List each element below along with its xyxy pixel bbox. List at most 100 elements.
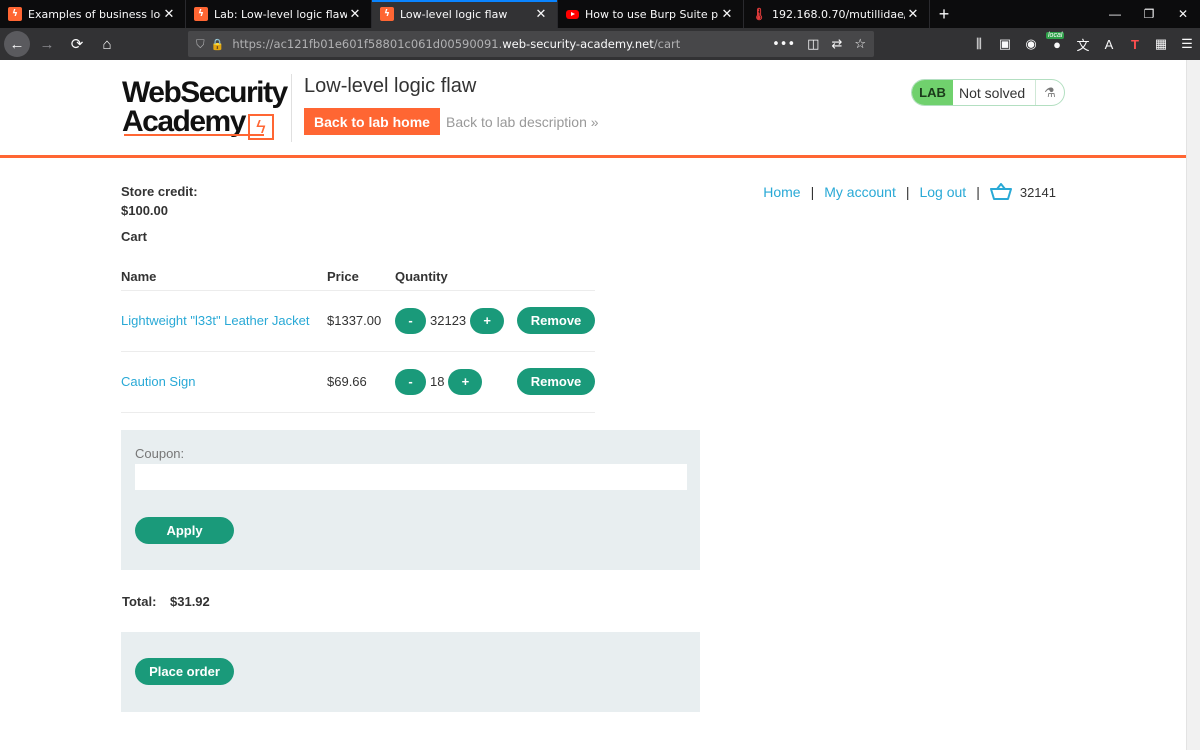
web-page: WebSecurity Academy ϟ Low-level logic fla… [0, 60, 1186, 750]
remove-button[interactable]: Remove [517, 307, 595, 334]
t-extension-icon[interactable]: T [1122, 31, 1148, 57]
cart-icon[interactable] [989, 183, 1012, 201]
extensions-grid-icon[interactable]: ▦ [1148, 31, 1174, 57]
apply-coupon-button[interactable]: Apply [135, 517, 234, 544]
column-header-name: Name [121, 268, 157, 284]
menu-icon[interactable]: ☰ [1174, 31, 1200, 57]
browser-tab-active[interactable]: ϟ Low-level logic flaw ✕ [372, 0, 558, 28]
my-account-link[interactable]: My account [824, 184, 896, 200]
close-tab-icon[interactable]: ✕ [905, 7, 921, 22]
increase-quantity-button[interactable]: + [448, 368, 483, 395]
coupon-input[interactable] [135, 464, 687, 490]
lab-header: WebSecurity Academy ϟ Low-level logic fla… [0, 60, 1186, 158]
product-price: $1337.00 [327, 289, 395, 351]
decrease-quantity-button[interactable]: - [395, 368, 426, 395]
cart-table: Name Price Quantity Lightweight "l33t" L… [121, 260, 595, 413]
total-label: Total: [122, 594, 157, 609]
close-window-icon[interactable]: ✕ [1166, 0, 1200, 28]
tab-label: 192.168.0.70/mutillidae/ [772, 7, 905, 21]
restore-icon[interactable]: ❐ [1132, 0, 1166, 28]
translate-icon[interactable]: ⇄ [831, 37, 842, 52]
product-price: $69.66 [327, 350, 395, 413]
table-row: Caution Sign $69.66 - 18 + Remove [121, 350, 595, 413]
increase-quantity-button[interactable]: + [470, 307, 505, 334]
lock-icon[interactable]: 🔒 [211, 38, 225, 51]
extension-icon[interactable]: local ● [1044, 31, 1070, 57]
header-divider [291, 74, 292, 142]
logo-line1: WebSecurity [122, 76, 288, 109]
local-badge: local [1046, 32, 1065, 39]
back-to-lab-description-link[interactable]: Back to lab description » [446, 114, 599, 130]
place-order-panel: Place order [121, 632, 700, 712]
quantity-value: 32123 [430, 313, 467, 328]
nav-separator: | [810, 184, 815, 200]
browser-tab[interactable]: ϟ Lab: Low-level logic flaw | Web ✕ [186, 0, 372, 28]
account-icon[interactable]: ◉ [1018, 31, 1044, 57]
nav-separator: | [905, 184, 910, 200]
close-tab-icon[interactable]: ✕ [347, 7, 363, 22]
browser-tab[interactable]: ϟ Examples of business logic vuln ✕ [0, 0, 186, 28]
browser-toolbar-right: ⫼ ▣ ◉ local ● 文 A T ▦ ☰ [966, 28, 1200, 60]
store-credit-label: Store credit: [121, 184, 198, 199]
page-actions-icon[interactable]: ••• [772, 37, 795, 52]
top-nav-links: Home | My account | Log out | 32141 [763, 183, 1056, 201]
home-icon[interactable]: ⌂ [94, 31, 120, 57]
cart-heading: Cart [121, 229, 148, 244]
lab-status-text: Not solved [959, 84, 1026, 101]
table-header-row: Name Price Quantity [121, 260, 595, 290]
pocket-icon[interactable]: ◫ [807, 37, 819, 52]
bookmark-star-icon[interactable]: ☆ [854, 37, 866, 52]
quantity-stepper: - 32123 + [395, 307, 517, 334]
browser-tab[interactable]: 🌡 192.168.0.70/mutillidae/ ✕ [744, 0, 930, 28]
forward-arrow-icon[interactable]: → [34, 31, 60, 57]
coupon-label: Coupon: [135, 446, 185, 461]
browser-tab-bar: ϟ Examples of business logic vuln ✕ ϟ La… [0, 0, 1200, 28]
quantity-stepper: - 18 + [395, 368, 517, 395]
page-scrollbar[interactable] [1186, 60, 1200, 750]
address-bar[interactable]: ⛉ 🔒 https://ac121fb01e601f58801c061d0059… [188, 31, 874, 57]
shield-icon[interactable]: ⛉ [196, 37, 205, 52]
tab-label: Examples of business logic vuln [28, 7, 161, 21]
total-value: $31.92 [170, 594, 210, 609]
back-to-lab-home-button[interactable]: Back to lab home [304, 108, 440, 135]
back-arrow-icon[interactable]: ← [4, 31, 30, 57]
column-header-quantity: Quantity [395, 268, 448, 284]
logo-underline [124, 134, 264, 136]
lab-status-widget: LAB Not solved ⚗ [911, 79, 1065, 106]
url-prefix: https://ac121fb01e601f58801c061d00590091… [232, 37, 503, 51]
url-host: web-security-academy.net [502, 37, 654, 51]
logo-line2: Academy [122, 105, 246, 138]
browser-nav-bar: ← → ⟳ ⌂ ⛉ 🔒 https://ac121fb01e601f58801c… [0, 28, 1200, 60]
wsa-icon: ϟ [380, 7, 394, 21]
browser-tab[interactable]: How to use Burp Suite projects ✕ [558, 0, 744, 28]
place-order-button[interactable]: Place order [135, 658, 234, 685]
sidebar-icon[interactable]: ▣ [992, 31, 1018, 57]
web-security-academy-logo[interactable]: WebSecurity Academy ϟ [122, 78, 290, 140]
remove-button[interactable]: Remove [517, 368, 595, 395]
wsa-icon: ϟ [194, 7, 208, 21]
product-link[interactable]: Caution Sign [121, 374, 195, 389]
close-tab-icon[interactable]: ✕ [533, 7, 549, 22]
minimize-icon[interactable]: — [1098, 0, 1132, 28]
flask-icon: ⚗ [1035, 80, 1064, 105]
close-tab-icon[interactable]: ✕ [719, 7, 735, 22]
language-extension-icon[interactable]: A [1096, 31, 1122, 57]
youtube-icon [566, 9, 579, 19]
thermometer-icon: 🌡 [751, 7, 767, 21]
store-credit-value: $100.00 [121, 203, 168, 218]
home-link[interactable]: Home [763, 184, 800, 200]
new-tab-button[interactable]: + [930, 0, 958, 28]
close-tab-icon[interactable]: ✕ [161, 7, 177, 22]
decrease-quantity-button[interactable]: - [395, 307, 426, 334]
address-bar-actions: ••• ◫ ⇄ ☆ [772, 37, 866, 52]
library-icon[interactable]: ⫼ [966, 31, 992, 57]
lab-title: Low-level logic flaw [304, 75, 477, 97]
product-link[interactable]: Lightweight "l33t" Leather Jacket [121, 313, 309, 328]
url-path: /cart [653, 37, 681, 51]
reload-icon[interactable]: ⟳ [64, 31, 90, 57]
tab-label: How to use Burp Suite projects [585, 7, 719, 21]
table-row: Lightweight "l33t" Leather Jacket $1337.… [121, 289, 595, 351]
translate-extension-icon[interactable]: 文 [1070, 31, 1096, 57]
column-header-actions [517, 260, 595, 290]
log-out-link[interactable]: Log out [919, 184, 966, 200]
